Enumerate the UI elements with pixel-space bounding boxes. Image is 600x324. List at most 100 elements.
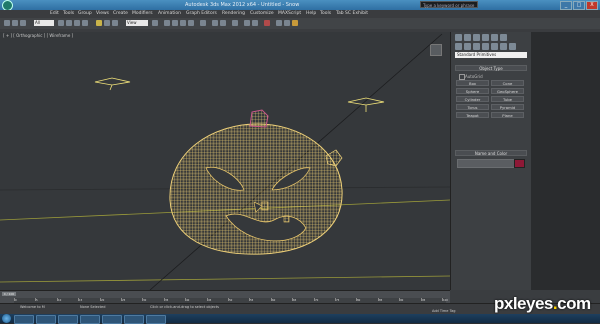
object-color-swatch[interactable] — [514, 159, 525, 168]
layer-manager-icon[interactable] — [232, 20, 238, 26]
title-bar: Autodesk 3ds Max 2012 x64 - Untitled - S… — [0, 0, 600, 11]
object-type-rollout[interactable]: Object Type — [455, 65, 527, 71]
sphere-button[interactable]: Sphere — [456, 88, 489, 94]
systems-icon[interactable] — [509, 43, 516, 50]
box-button[interactable]: Box — [456, 80, 489, 86]
select-by-name-icon[interactable] — [66, 20, 72, 26]
menu-item-maxscript[interactable]: MAXScript — [278, 10, 301, 18]
menu-item-tools-2[interactable]: Tools — [320, 10, 331, 18]
menu-item-animation[interactable]: Animation — [158, 10, 181, 18]
viewport-perspective[interactable]: [ + ] [ Orthographic ] [ Wireframe ] — [0, 32, 451, 290]
align-icon[interactable] — [220, 20, 226, 26]
menu-item-rendering[interactable]: Rendering — [222, 10, 245, 18]
timeline-tick-label: 50 — [229, 299, 233, 302]
menu-item-modifiers[interactable]: Modifiers — [132, 10, 153, 18]
scene-wireframe — [0, 33, 450, 290]
spinner-snap-icon[interactable] — [188, 20, 194, 26]
select-move-icon[interactable] — [96, 20, 102, 26]
undo-icon[interactable] — [4, 20, 10, 26]
render-setup-icon[interactable] — [276, 20, 282, 26]
window-crossing-icon[interactable] — [82, 20, 88, 26]
angle-snap-icon[interactable] — [172, 20, 178, 26]
menu-bar: Edit Tools Group Views Create Modifiers … — [0, 10, 600, 18]
curve-editor-icon[interactable] — [244, 20, 250, 26]
modify-tab-icon[interactable] — [464, 34, 471, 41]
timeline-tick-label: 55 — [250, 299, 254, 302]
torus-button[interactable]: Torus — [456, 104, 489, 110]
grid-line-front — [0, 275, 450, 283]
geometry-icon[interactable] — [455, 43, 462, 50]
schematic-view-icon[interactable] — [252, 20, 258, 26]
name-and-color-rollout[interactable]: Name and Color — [455, 150, 527, 156]
menu-item-customize[interactable]: Customize — [250, 10, 274, 18]
command-panel: Standard Primitives Object Type AutoGrid… — [451, 32, 531, 290]
minimize-button[interactable]: _ — [560, 1, 572, 10]
close-button[interactable]: X — [586, 1, 598, 10]
tube-button[interactable]: Tube — [491, 96, 524, 102]
menu-item-tools[interactable]: Tools — [63, 10, 74, 18]
snap-toggle-icon[interactable] — [164, 20, 170, 26]
command-panel-tabs — [455, 34, 527, 50]
selection-status: None Selected — [80, 305, 106, 309]
select-scale-icon[interactable] — [112, 20, 118, 26]
time-slider[interactable]: 0 / 100 — [2, 292, 16, 296]
cone-button[interactable]: Cone — [491, 80, 524, 86]
named-selection-icon[interactable] — [200, 20, 206, 26]
search-input[interactable]: Type a keyword or phrase — [420, 1, 478, 8]
start-button-icon[interactable] — [2, 314, 11, 323]
maxscript-listener[interactable]: Welcome to M — [20, 305, 45, 310]
plane-button[interactable]: Plane — [491, 112, 524, 118]
maximize-button[interactable]: □ — [573, 1, 585, 10]
select-object-icon[interactable] — [58, 20, 64, 26]
timeline-tick-label: 45 — [208, 299, 212, 302]
pivot-icon[interactable] — [152, 20, 158, 26]
menu-item-create[interactable]: Create — [113, 10, 128, 18]
menu-item-graph-editors[interactable]: Graph Editors — [186, 10, 217, 18]
shapes-icon[interactable] — [464, 43, 471, 50]
menu-item-edit[interactable]: Edit — [50, 10, 59, 18]
timeline-tick-label: 100 — [443, 299, 448, 302]
rect-selection-icon[interactable] — [74, 20, 80, 26]
lights-icon[interactable] — [473, 43, 480, 50]
timeline-tick-label: 90 — [400, 299, 404, 302]
menu-item-group[interactable]: Group — [78, 10, 92, 18]
timeline-tick-label: 30 — [143, 299, 147, 302]
select-rotate-icon[interactable] — [104, 20, 110, 26]
cameras-icon[interactable] — [482, 43, 489, 50]
menu-item-views[interactable]: Views — [96, 10, 109, 18]
redo-icon[interactable] — [12, 20, 18, 26]
timeline-tick-label: 60 — [272, 299, 276, 302]
motion-tab-icon[interactable] — [482, 34, 489, 41]
timeline-tick-label: 40 — [186, 299, 190, 302]
autogrid-label: AutoGrid — [465, 74, 483, 79]
link-icon[interactable] — [20, 20, 26, 26]
geosphere-button[interactable]: GeoSphere — [491, 88, 524, 94]
timeline-tick-label: 95 — [422, 299, 426, 302]
rendered-frame-icon[interactable] — [284, 20, 290, 26]
menu-item-tab-sc-exhibit[interactable]: Tab SC Exhibit — [336, 10, 368, 18]
space-warps-icon[interactable] — [500, 43, 507, 50]
object-name-field[interactable] — [457, 159, 515, 168]
render-teapot-icon[interactable] — [292, 20, 298, 26]
watermark-suffix: com — [557, 294, 591, 313]
teapot-button[interactable]: Teapot — [456, 112, 489, 118]
timeline-tick-label: 20 — [101, 299, 105, 302]
category-dropdown[interactable]: Standard Primitives — [455, 52, 527, 58]
cylinder-button[interactable]: Cylinder — [456, 96, 489, 102]
hierarchy-tab-icon[interactable] — [473, 34, 480, 41]
watermark-prefix: pxleyes — [494, 294, 553, 313]
timeline-tick-label: 10 — [58, 299, 62, 302]
pyramid-button[interactable]: Pyramid — [491, 104, 524, 110]
create-tab-icon[interactable] — [455, 34, 462, 41]
material-editor-icon[interactable] — [264, 20, 270, 26]
reference-coord-dropdown[interactable]: View — [126, 20, 148, 26]
display-tab-icon[interactable] — [491, 34, 498, 41]
selection-filter-dropdown[interactable]: All — [34, 20, 54, 26]
utilities-tab-icon[interactable] — [500, 34, 507, 41]
pxleyes-watermark: pxleyes.com — [494, 294, 591, 314]
percent-snap-icon[interactable] — [180, 20, 186, 26]
helpers-icon[interactable] — [491, 43, 498, 50]
mirror-icon[interactable] — [212, 20, 218, 26]
timeline-tick-label: 65 — [293, 299, 297, 302]
menu-item-help[interactable]: Help — [306, 10, 316, 18]
